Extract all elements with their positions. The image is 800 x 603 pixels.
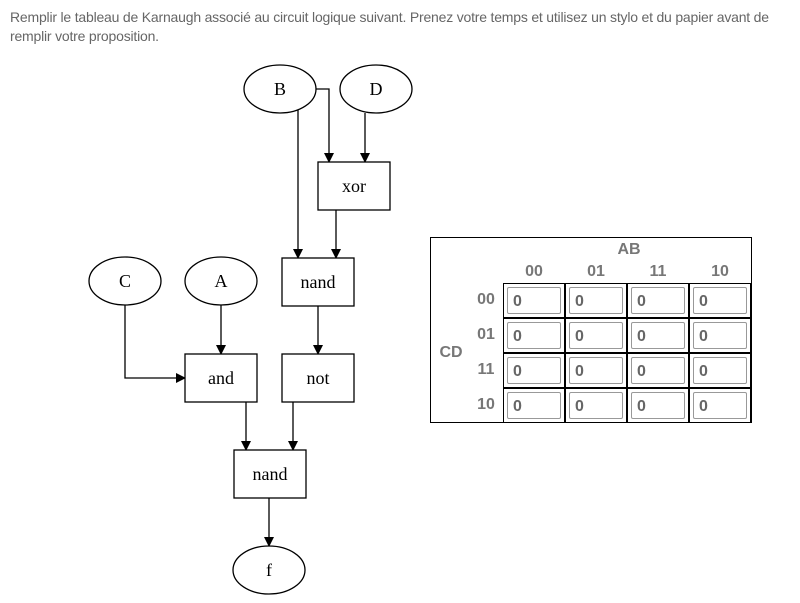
kmap-input-cd01-ab10[interactable]: [693, 322, 747, 349]
gate-label-not: not: [306, 368, 329, 388]
input-node-c: C: [88, 256, 162, 306]
kmap-input-cd11-ab11[interactable]: [631, 357, 685, 384]
gate-label-xor: xor: [342, 176, 366, 196]
input-label-d: D: [370, 79, 383, 99]
col-header: 00: [525, 263, 543, 280]
col-header: 01: [587, 263, 605, 280]
gate-label-nand-2: nand: [253, 464, 288, 484]
col-variable-label: AB: [617, 241, 641, 258]
kmap-input-cd00-ab01[interactable]: [569, 287, 623, 314]
kmap-cell: [503, 388, 565, 423]
kmap-cell: [565, 283, 627, 318]
kmap-cell: [627, 283, 689, 318]
kmap-cell: [565, 353, 627, 388]
logic-circuit-diagram: B D C A xor nand and not nand f: [88, 64, 413, 595]
row-header: 10: [477, 396, 495, 413]
output-label-f: f: [266, 560, 272, 580]
kmap-cell: [627, 353, 689, 388]
gate-xor: xor: [317, 161, 391, 211]
kmap-cell: [565, 318, 627, 353]
kmap-input-cd00-ab10[interactable]: [693, 287, 747, 314]
kmap-grid: [503, 283, 751, 423]
kmap-cell: [565, 388, 627, 423]
kmap-input-cd11-ab01[interactable]: [569, 357, 623, 384]
wire-c-to-and: [124, 305, 186, 383]
input-label-b: B: [274, 79, 286, 99]
row-variable-label: CD: [439, 344, 463, 361]
col-header: 11: [649, 263, 667, 280]
kmap-cell: [503, 353, 565, 388]
kmap-cell: [503, 283, 565, 318]
input-node-b: B: [243, 64, 317, 114]
row-header: 01: [477, 326, 495, 343]
kmap-input-cd01-ab01[interactable]: [569, 322, 623, 349]
kmap-input-cd10-ab11[interactable]: [631, 392, 685, 419]
kmap-cell: [689, 353, 751, 388]
kmap-cell: [689, 388, 751, 423]
gate-label-nand-1: nand: [301, 272, 336, 292]
kmap-input-cd11-ab10[interactable]: [693, 357, 747, 384]
kmap-input-cd01-ab11[interactable]: [631, 322, 685, 349]
row-header: 11: [477, 361, 495, 378]
gate-not: not: [281, 353, 355, 403]
kmap-cell: [627, 388, 689, 423]
kmap-input-cd11-ab00[interactable]: [507, 357, 561, 384]
kmap-cell: [503, 318, 565, 353]
kmap-cell: [689, 283, 751, 318]
input-node-d: D: [339, 64, 413, 114]
kmap-cell: [627, 318, 689, 353]
karnaugh-map: AB CD 00 01 11 10 00 01 11 10: [430, 237, 752, 423]
kmap-input-cd00-ab11[interactable]: [631, 287, 685, 314]
wire-b-to-xor: [316, 88, 334, 163]
input-node-a: A: [184, 256, 258, 306]
kmap-input-cd10-ab10[interactable]: [693, 392, 747, 419]
kmap-input-cd00-ab00[interactable]: [507, 287, 561, 314]
input-label-c: C: [119, 271, 131, 291]
kmap-input-cd10-ab00[interactable]: [507, 392, 561, 419]
kmap-input-cd10-ab01[interactable]: [569, 392, 623, 419]
kmap-input-cd01-ab00[interactable]: [507, 322, 561, 349]
input-label-a: A: [215, 271, 228, 291]
kmap-cell: [689, 318, 751, 353]
col-header: 10: [711, 263, 729, 280]
gate-and: and: [184, 353, 258, 403]
gate-label-and: and: [208, 368, 234, 388]
gate-nand-1: nand: [281, 257, 355, 307]
gate-nand-2: nand: [233, 449, 307, 499]
output-node-f: f: [232, 545, 306, 595]
row-header: 00: [477, 291, 495, 308]
